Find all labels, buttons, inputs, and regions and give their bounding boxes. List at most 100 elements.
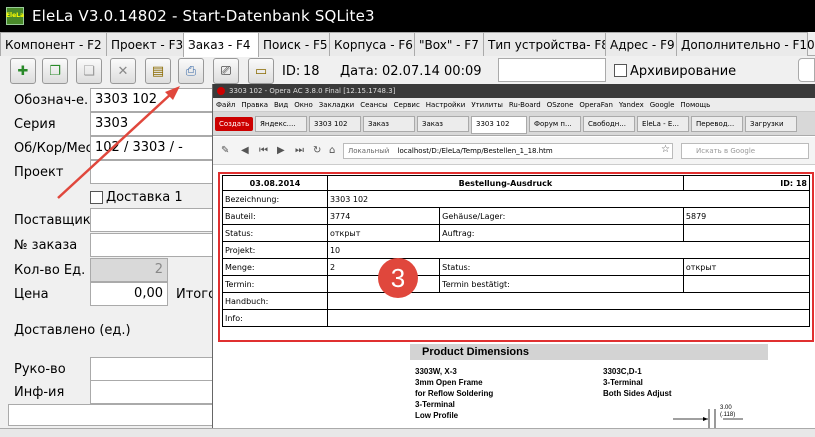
browser-tab[interactable]: Форум п... (529, 116, 581, 132)
paste-button[interactable]: ❏ (76, 58, 102, 84)
series-field[interactable]: 3303 (90, 112, 215, 136)
archive-checkbox[interactable] (614, 64, 627, 77)
designation-field[interactable]: 3303 102 (90, 88, 215, 112)
browser-tab[interactable]: 3303 102 (309, 116, 361, 132)
auftrag-value (682, 224, 811, 242)
browser-tab[interactable]: Заказ (417, 116, 469, 132)
search-box[interactable] (498, 58, 606, 82)
tab-additional[interactable]: Дополнительно - F10 (676, 32, 815, 56)
menge-label: Menge: (222, 258, 328, 276)
home-icon[interactable]: ⌂ (329, 145, 335, 156)
menu-utilities[interactable]: Утилиты (468, 98, 506, 111)
browser-tab-active[interactable]: 3303 102 (471, 116, 527, 134)
project-field[interactable] (90, 160, 215, 184)
logo-text: EleLa (5, 12, 25, 19)
handbuch-label: Handbuch: (222, 292, 328, 310)
browser-tab[interactable]: Перевод... (691, 116, 743, 132)
tab-device-type[interactable]: Тип устройства- F8 (483, 32, 609, 56)
new-tab-button[interactable]: Создать (215, 117, 254, 131)
save-button[interactable]: ▤ (145, 58, 171, 84)
auftrag-label: Auftrag: (439, 224, 684, 242)
browser-title: 3303 102 - Opera AC 3.8.0 Final [12.15.1… (229, 87, 396, 95)
browser-tab[interactable]: EleLa - E... (637, 116, 689, 132)
price-field[interactable]: 0,00 (90, 282, 168, 306)
menu-service[interactable]: Сервис (391, 98, 423, 111)
manager-field[interactable] (90, 357, 215, 381)
menu-google[interactable]: Google (647, 98, 678, 111)
menu-yandex[interactable]: Yandex (616, 98, 647, 111)
table-row: Termin: Termin bestätigt: (222, 275, 811, 293)
reload-icon[interactable]: ↻ (313, 145, 321, 156)
status-value: открыт (326, 224, 441, 242)
gehaeuse-value: 5879 (682, 207, 811, 225)
browser-tab[interactable]: Загрузки (745, 116, 797, 132)
forward-icon[interactable]: ▶ (277, 145, 285, 156)
table-row: Handbuch: (222, 292, 811, 310)
browser-menu: Файл Правка Вид Окно Закладки Сеансы Сер… (213, 98, 815, 112)
order-printout-table: 03.08.2014 Bestellung-Ausdruck ID: 18 Be… (222, 175, 811, 327)
url-field[interactable]: Локальный localhost/D:/EleLa/Temp/Bestel… (343, 143, 673, 159)
browser-tab[interactable]: Заказ (363, 116, 415, 132)
tab-project[interactable]: Проект - F3 (106, 32, 184, 56)
browser-nav-bar: ✎ ◀ ⏮ ▶ ⏭ ↻ ⌂ Локальный localhost/D:/Ele… (213, 137, 815, 165)
bezeichnung-label: Bezeichnung: (222, 190, 328, 208)
datasheet-line: 3303C,D-1 (603, 367, 642, 376)
termin-label: Termin: (222, 275, 328, 293)
info-field[interactable] (90, 380, 215, 404)
delete-button[interactable]: ✕ (110, 58, 136, 84)
case-label: Об/Кор/Мес (14, 141, 93, 156)
tab-box[interactable]: "Box" - F7 (414, 32, 484, 56)
browser-tab[interactable]: Свободн... (583, 116, 635, 132)
fast-forward-icon[interactable]: ⏭ (295, 145, 304, 156)
menu-edit[interactable]: Правка (238, 98, 271, 111)
tab-search[interactable]: Поиск - F5 (258, 32, 330, 56)
url-prefix: Локальный (348, 147, 390, 155)
printout-heading: Bestellung-Ausdruck (326, 175, 684, 191)
print-button[interactable]: ⎙ (178, 58, 204, 84)
tab-cases[interactable]: Корпуса - F6 (329, 32, 415, 56)
menu-view[interactable]: Вид (271, 98, 291, 111)
notes-field[interactable] (8, 404, 215, 426)
termin-bestaetigt-label: Termin bestätigt: (439, 275, 684, 293)
order-number-label: № заказа (14, 238, 78, 253)
rewind-icon[interactable]: ⏮ (259, 145, 268, 156)
menu-sessions[interactable]: Сеансы (357, 98, 390, 111)
print-preview-button[interactable]: ⎚ (213, 58, 239, 84)
tab-order[interactable]: Заказ - F4 (183, 32, 259, 57)
datasheet-header: Product Dimensions (410, 344, 768, 360)
menu-oszone[interactable]: OSzone (544, 98, 577, 111)
delivery-checkbox[interactable] (90, 191, 103, 204)
menu-ruboard[interactable]: Ru-Board (506, 98, 544, 111)
supplier-field[interactable] (90, 208, 215, 232)
back-icon[interactable]: ◀ (241, 145, 249, 156)
datasheet-line: for Reflow Soldering (415, 389, 494, 398)
menu-help[interactable]: Помощь (677, 98, 713, 111)
print-preview-icon: ⎚ (220, 63, 232, 79)
browser-window: 3303 102 - Opera AC 3.8.0 Final [12.15.1… (212, 84, 815, 437)
menu-window[interactable]: Окно (291, 98, 316, 111)
menu-bookmarks[interactable]: Закладки (316, 98, 357, 111)
info-value-print (326, 309, 811, 327)
url-text: localhost/D:/EleLa/Temp/Bestellen_1_18.h… (397, 147, 553, 155)
quantity-field[interactable]: 2 (90, 258, 168, 282)
copy-button[interactable]: ❐ (42, 58, 68, 84)
side-button[interactable] (798, 58, 815, 82)
tab-address[interactable]: Адрес - F9 (605, 32, 677, 56)
star-icon[interactable]: ☆ (661, 144, 670, 155)
printout-id: ID: 18 (682, 175, 811, 191)
total-label: Итого (176, 287, 217, 302)
case-field[interactable]: 102 / 3303 / - (90, 136, 215, 160)
new-button[interactable]: ✚ (10, 58, 36, 84)
menu-file[interactable]: Файл (213, 98, 238, 111)
datasheet-left-text: 3303W, X-3 3mm Open Frame for Reflow Sol… (415, 366, 493, 421)
search-field[interactable]: Искать в Google (681, 143, 809, 159)
menu-settings[interactable]: Настройки (423, 98, 469, 111)
edit-page-icon[interactable]: ✎ (221, 145, 229, 156)
tab-component[interactable]: Компонент - F2 (0, 32, 107, 56)
printer-icon: ⎙ (185, 63, 197, 79)
browser-tab[interactable]: Яндекс.... (255, 116, 307, 132)
window-button[interactable]: ▭ (248, 58, 274, 84)
order-number-field[interactable] (90, 233, 215, 257)
menu-operafan[interactable]: OperaFan (576, 98, 616, 111)
copy-icon: ❐ (49, 63, 61, 79)
